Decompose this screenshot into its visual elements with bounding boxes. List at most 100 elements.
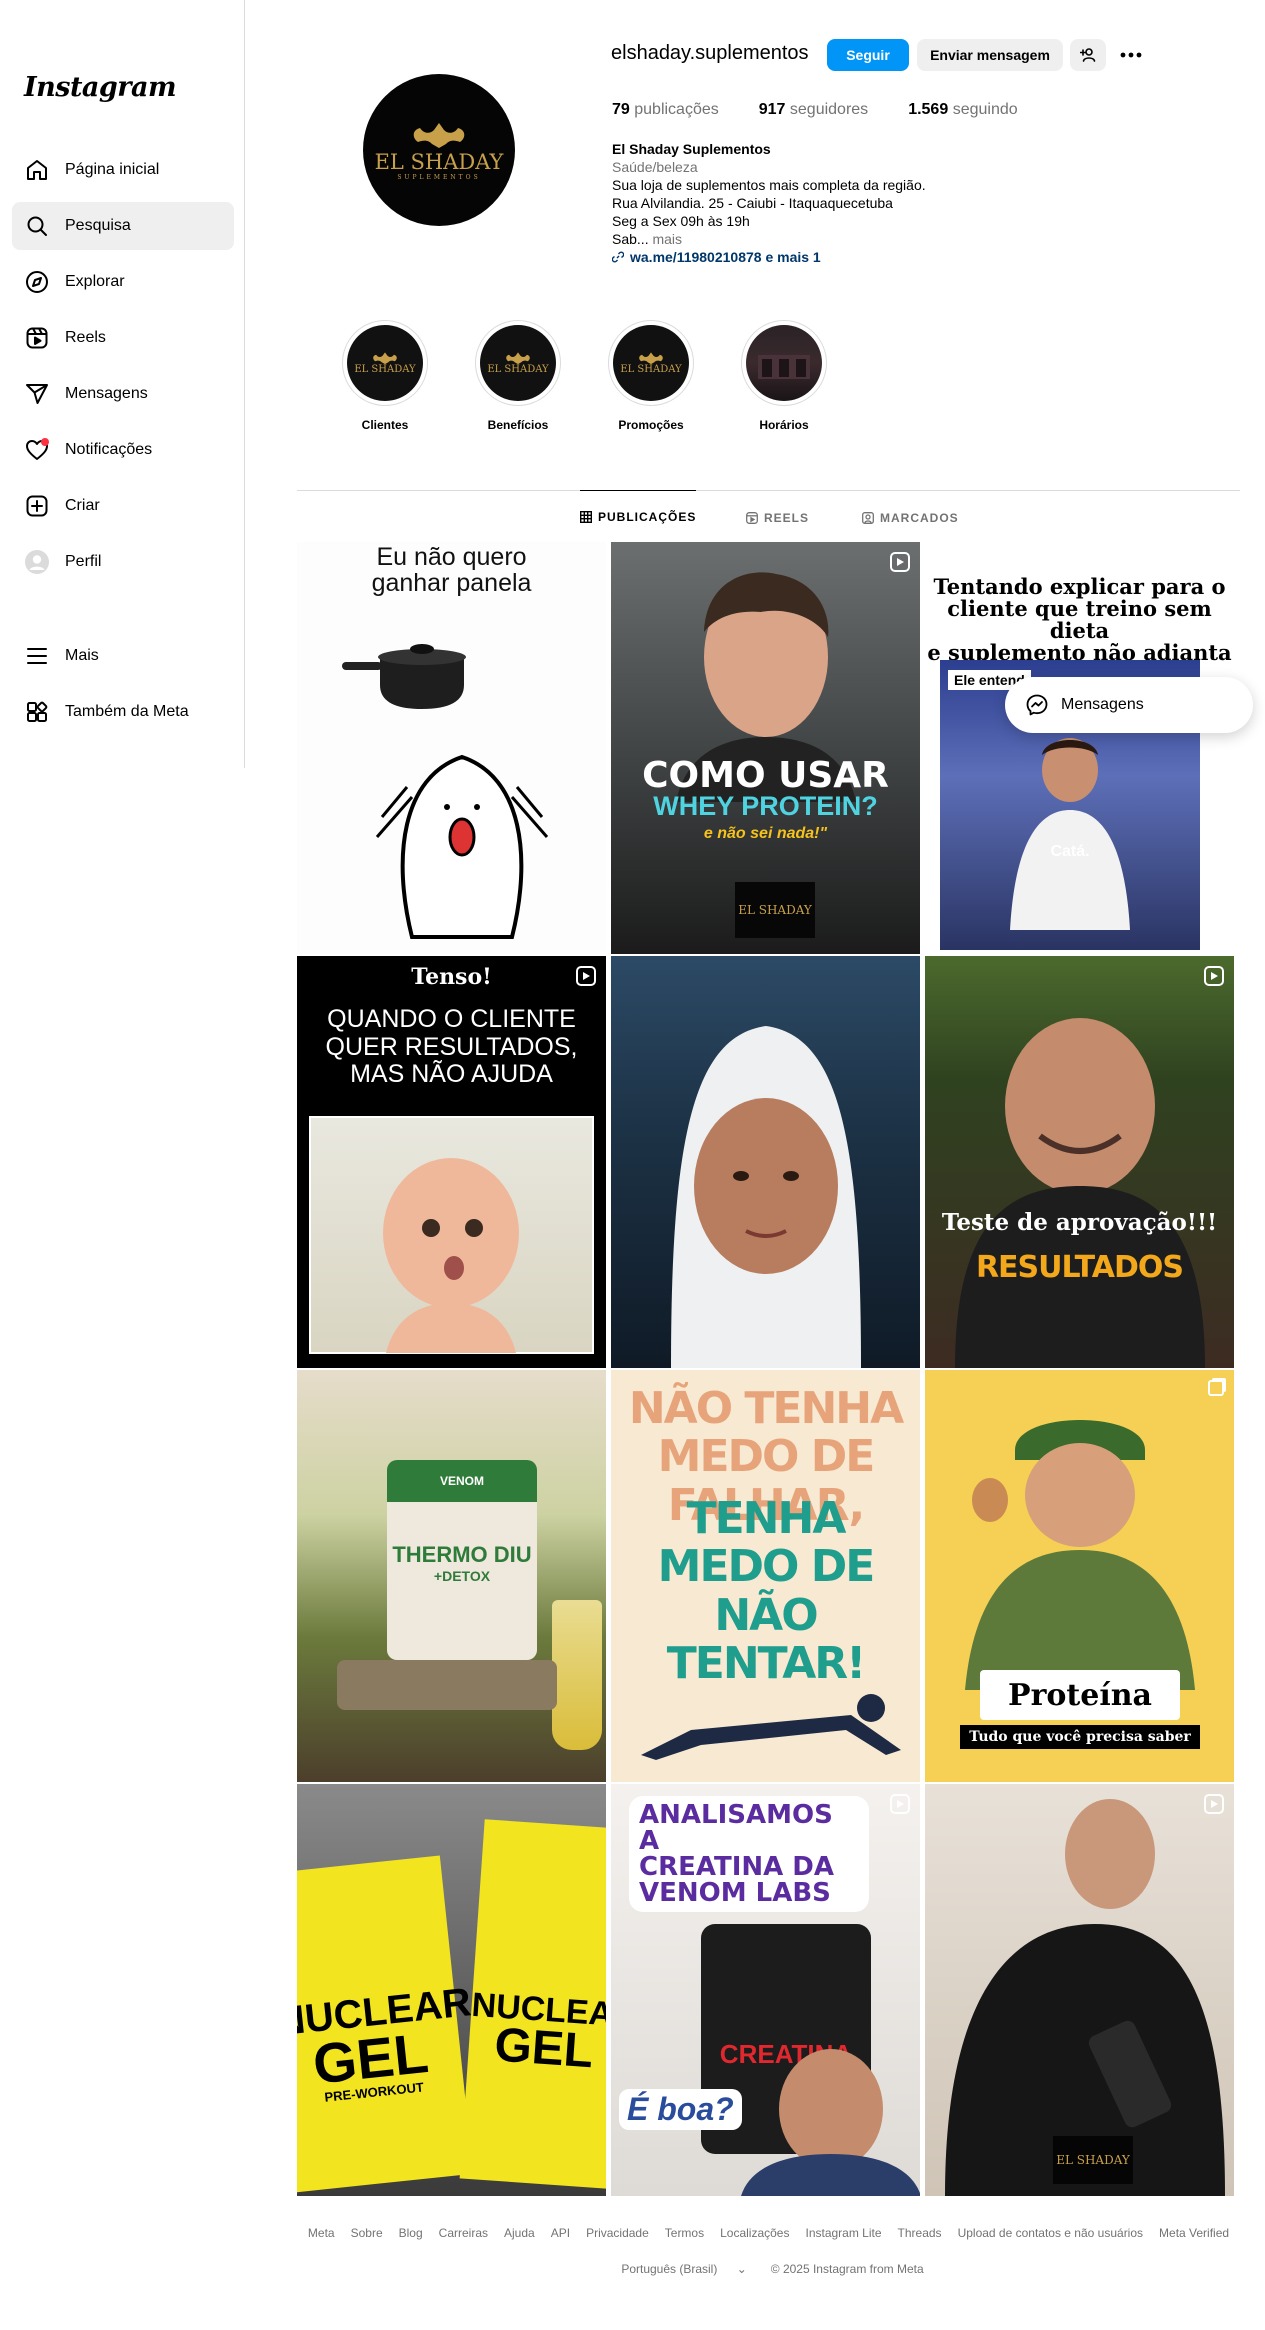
post-tile[interactable]: COMO USAR WHEY PROTEIN? e não sei nada!"… — [611, 542, 920, 954]
man-reviewer-illustration — [741, 2049, 920, 2196]
highlight-clientes[interactable]: EL SHADAY Clientes — [341, 320, 429, 432]
nav-notifications-label: Notificações — [65, 441, 153, 458]
heart-icon — [24, 437, 50, 463]
home-icon — [24, 157, 50, 183]
messages-floating-button[interactable]: Mensagens — [1005, 677, 1253, 733]
supplement-jar: VENOM THERMO DIU +DETOX — [387, 1460, 537, 1660]
footer-link[interactable]: Threads — [898, 2226, 942, 2240]
bio-link-text: wa.me/11980210878 e mais 1 — [630, 249, 821, 265]
reel-icon — [1204, 1794, 1224, 1814]
language-select[interactable]: Português (Brasil) ⌄ — [613, 2262, 754, 2276]
highlight-horarios[interactable]: Horários — [740, 320, 828, 432]
highlight-promocoes[interactable]: EL SHADAY Promoções — [607, 320, 695, 432]
nav-create[interactable]: Criar — [12, 482, 234, 530]
footer-links: Meta Sobre Blog Carreiras Ajuda API Priv… — [297, 2226, 1240, 2240]
footer-link[interactable]: Privacidade — [586, 2226, 649, 2240]
post-tile[interactable]: Teste de aprovação!!! RESULTADOS — [925, 956, 1234, 1368]
post-tile[interactable]: Eu não quero ganhar panela — [297, 542, 606, 954]
video-subtitle: Catá. — [1050, 843, 1090, 860]
post-tile[interactable]: Proteína Tudo que você precisa saber — [925, 1370, 1234, 1782]
profile-bio: El Shaday Suplementos Saúde/beleza Sua l… — [612, 140, 1032, 266]
post-tile[interactable] — [611, 956, 920, 1368]
bio-more-link[interactable]: mais — [649, 231, 682, 247]
send-message-button[interactable]: Enviar mensagem — [917, 39, 1063, 71]
nav-search[interactable]: Pesquisa — [12, 202, 234, 250]
footer-link[interactable]: Blog — [399, 2226, 423, 2240]
post-tile[interactable]: NUCLEAR GEL PRE-WORKOUT NUCLEAR GEL — [297, 1784, 606, 2196]
nav-reels[interactable]: Reels — [12, 314, 234, 362]
follow-button[interactable]: Seguir — [827, 39, 909, 71]
bodybuilder-logo-icon — [373, 352, 397, 365]
bio-name: El Shaday Suplementos — [612, 141, 771, 157]
followers-count: 917 — [758, 101, 786, 118]
plus-square-icon — [24, 493, 50, 519]
footer-link[interactable]: Upload de contatos e não usuários — [958, 2226, 1143, 2240]
post-tile[interactable]: Tentando explicar para o cliente que trei… — [925, 542, 1234, 954]
boy-figure-illustration — [1010, 738, 1130, 930]
nav-messages[interactable]: Mensagens — [12, 370, 234, 418]
footer-link[interactable]: Instagram Lite — [805, 2226, 881, 2240]
avatar-icon — [24, 549, 50, 575]
profile-options-button[interactable] — [1114, 42, 1148, 68]
gel-pack: NUCLEAR GEL — [459, 1819, 606, 2189]
woman-selfie-illustration — [671, 1026, 861, 1368]
post-tile[interactable]: VENOM THERMO DIU +DETOX — [297, 1370, 606, 1782]
footer-link[interactable]: Termos — [665, 2226, 704, 2240]
language-label: Português (Brasil) — [621, 2262, 718, 2276]
post-caption-line: CREATINA DA — [639, 1852, 835, 1882]
post-caption: COMO USAR — [642, 755, 889, 796]
pushup-figure-illustration — [641, 1694, 901, 1760]
post-tile[interactable]: EL SHADAY — [925, 1784, 1234, 2196]
baby-face-illustration — [383, 1158, 519, 1353]
tab-tagged[interactable]: MARCADOS — [862, 492, 959, 544]
bio-link[interactable]: wa.me/11980210878 e mais 1 — [612, 248, 1032, 266]
followers-stat[interactable]: 917 seguidores — [759, 101, 868, 119]
brand-logo-text: EL SHADAY — [1056, 2153, 1130, 2167]
nav-home[interactable]: Página inicial — [12, 146, 234, 194]
footer-link[interactable]: Meta Verified — [1159, 2226, 1229, 2240]
pan-illustration — [342, 644, 466, 709]
footer-link[interactable]: Carreiras — [439, 2226, 488, 2240]
messenger-icon — [1026, 694, 1048, 716]
tab-reels[interactable]: REELS — [746, 492, 809, 544]
post-tile[interactable]: NÃO TENHA MEDO DE FALHAR, TENHA MEDO DE NÃ… — [611, 1370, 920, 1782]
footer-link[interactable]: API — [551, 2226, 570, 2240]
reel-icon — [890, 1794, 910, 1814]
avatar-brand-text: EL SHADAY — [374, 149, 504, 174]
bio-line: Sab... — [612, 231, 649, 247]
footer-link[interactable]: Localizações — [720, 2226, 789, 2240]
nav-profile[interactable]: Perfil — [12, 538, 234, 586]
nav-profile-label: Perfil — [65, 553, 102, 570]
profile-avatar[interactable]: EL SHADAY SUPLEMENTOS — [363, 74, 515, 226]
bio-line-truncated: Sab... mais — [612, 230, 1032, 248]
profile-username: elshaday.suplementos — [611, 42, 809, 64]
tab-posts[interactable]: PUBLICAÇÕES — [580, 490, 697, 542]
post-tile[interactable]: ANALISAMOS A CREATINA DA VENOM LABS CREATI… — [611, 1784, 920, 2196]
nav-meta-apps[interactable]: Também da Meta — [12, 688, 234, 736]
post-tile[interactable]: Tenso! QUANDO O CLIENTE QUER RESULTADOS, M… — [297, 956, 606, 1368]
drink-glass — [552, 1600, 602, 1750]
following-stat[interactable]: 1.569 seguindo — [908, 101, 1017, 119]
send-icon — [24, 381, 50, 407]
nav-explore[interactable]: Explorar — [12, 258, 234, 306]
nav-meta-apps-label: Também da Meta — [65, 703, 189, 720]
nav-search-label: Pesquisa — [65, 217, 131, 234]
avatar-brand-subtext: SUPLEMENTOS — [397, 173, 481, 181]
post-question-tag: É boa? — [619, 2089, 742, 2130]
jar-sublabel: +DETOX — [433, 1568, 491, 1584]
highlight-beneficios[interactable]: EL SHADAY Benefícios — [474, 320, 562, 432]
post-caption: Tenso! — [411, 964, 492, 990]
bio-line: Seg a Sex 09h às 19h — [612, 213, 750, 229]
footer-link[interactable]: Meta — [308, 2226, 335, 2240]
instagram-logo[interactable]: Instagram — [24, 72, 177, 103]
nav-notifications[interactable]: Notificações — [12, 426, 234, 474]
menu-icon — [24, 643, 50, 669]
footer-bottom: Português (Brasil) ⌄ © 2025 Instagram fr… — [297, 2262, 1240, 2276]
suggest-accounts-button[interactable] — [1070, 39, 1106, 71]
footer-link[interactable]: Sobre — [351, 2226, 383, 2240]
reel-icon — [1204, 966, 1224, 986]
bodybuilder-logo-icon — [506, 352, 530, 365]
nav-more[interactable]: Mais — [12, 632, 234, 680]
footer-link[interactable]: Ajuda — [504, 2226, 535, 2240]
highlight-label: Promoções — [618, 418, 684, 432]
